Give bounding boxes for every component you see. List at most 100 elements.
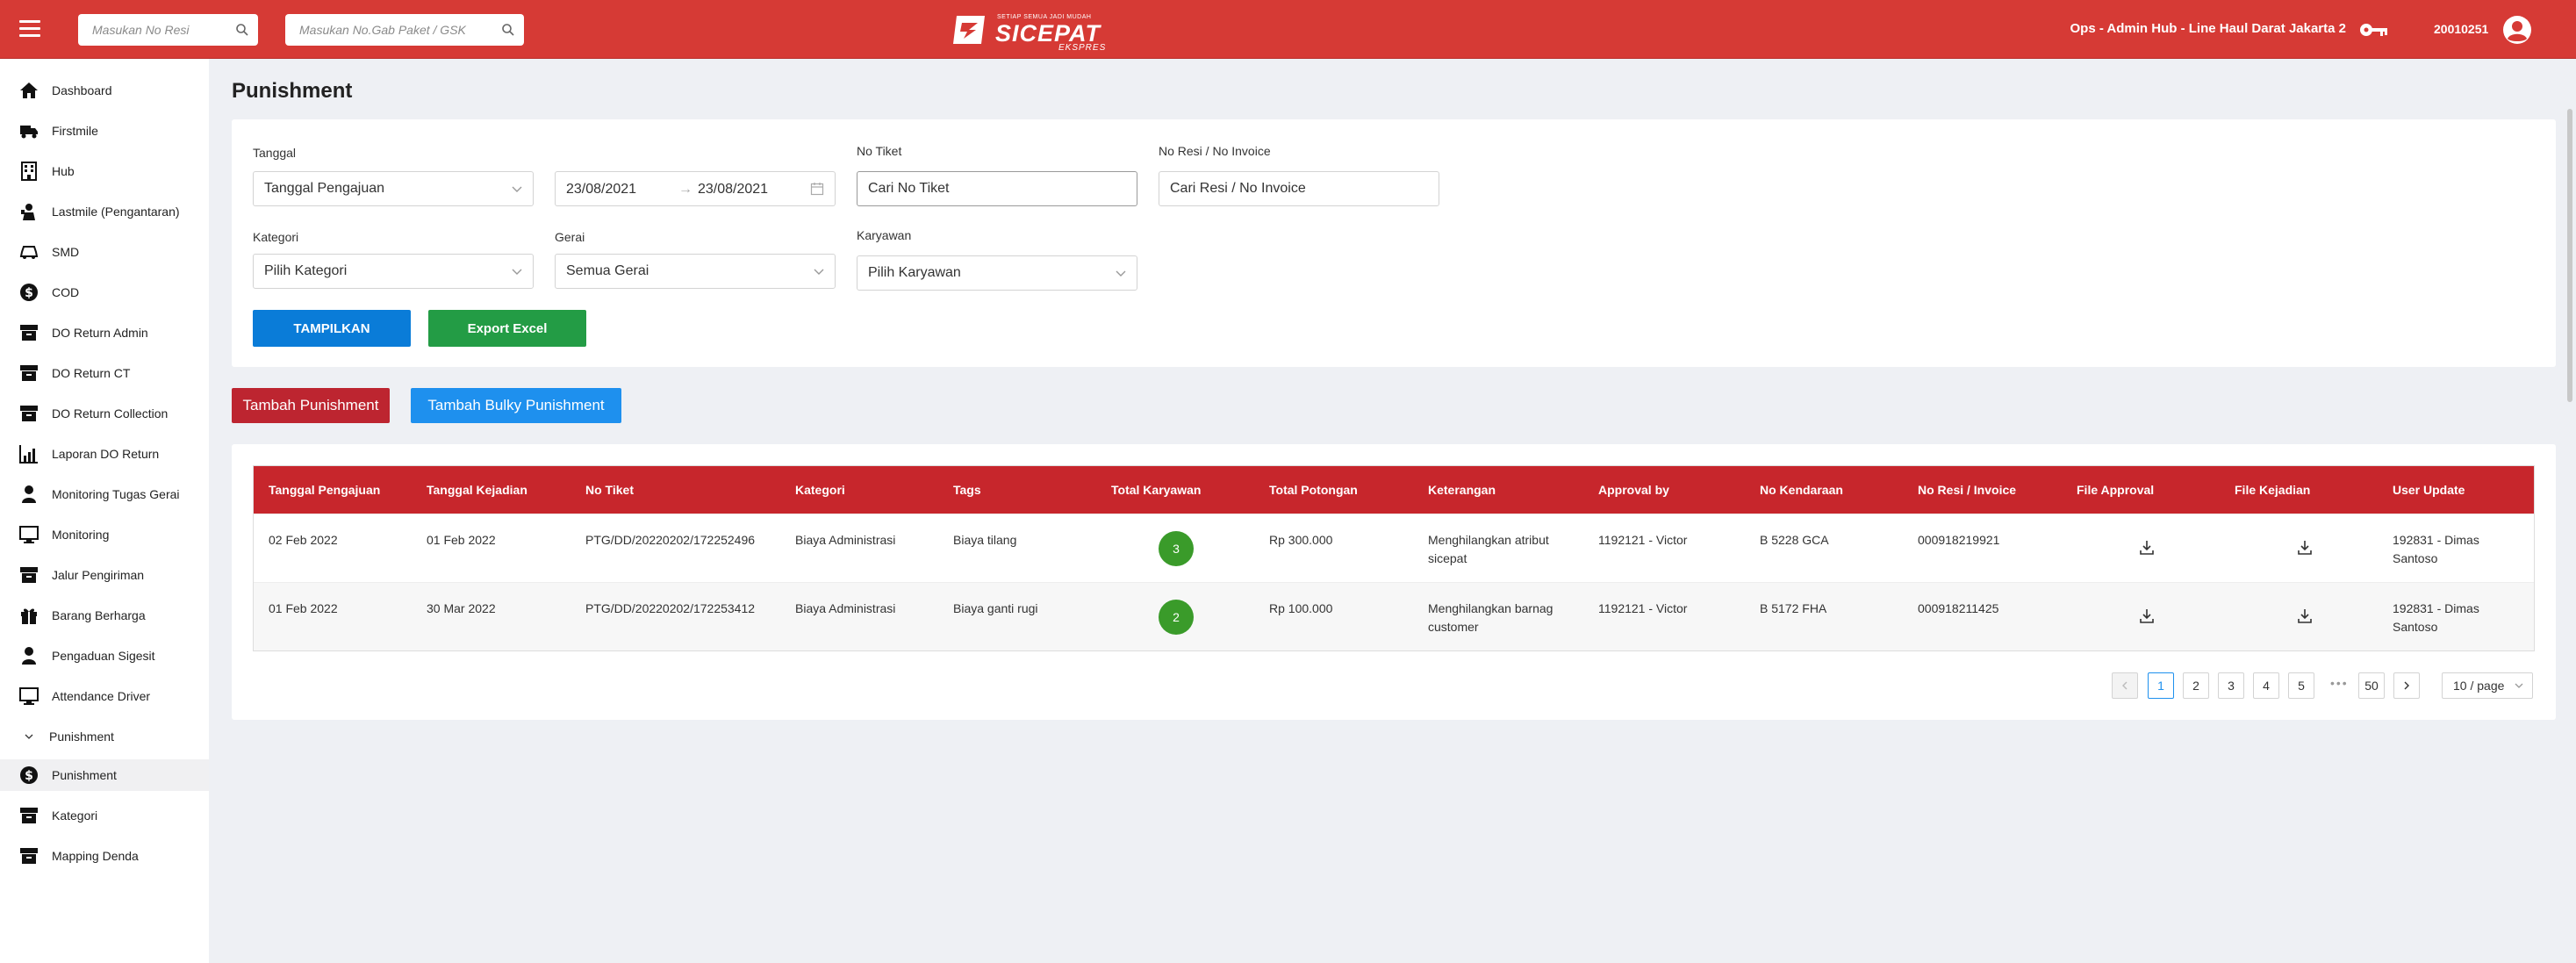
file-approval-download-icon[interactable] — [2138, 539, 2156, 557]
file-approval-download-icon[interactable] — [2138, 607, 2156, 625]
archive-icon — [19, 323, 39, 342]
sicepat-logo[interactable]: SETIAP SEMUA JADI MUDAH SICEPAT EKSPRES — [951, 9, 1105, 53]
sidebar-item-do-return-collection[interactable]: DO Return Collection — [0, 398, 209, 429]
dollar-icon: $ — [19, 765, 39, 785]
sidebar-item-attendance-driver[interactable]: Attendance Driver — [0, 680, 209, 712]
page-2-button[interactable]: 2 — [2183, 672, 2209, 699]
column-header: File Kejadian — [2235, 483, 2311, 497]
search-icon[interactable] — [501, 23, 515, 37]
page-size-value: 10 / page — [2453, 679, 2505, 693]
sidebar-item-barang-berharga[interactable]: Barang Berharga — [0, 600, 209, 631]
sidebar-item-label: Jalur Pengiriman — [52, 568, 145, 582]
gerai-label: Gerai — [555, 230, 585, 244]
page-3-button[interactable]: 3 — [2218, 672, 2244, 699]
column-header: Tanggal Pengajuan — [269, 483, 381, 497]
sidebar-subitem-punishment[interactable]: $ Punishment — [0, 759, 209, 791]
logo-tagline: SETIAP SEMUA JADI MUDAH — [997, 14, 1092, 20]
resi-search[interactable] — [78, 14, 258, 46]
no-resi-field[interactable]: Cari Resi / No Invoice — [1159, 171, 1439, 206]
cell-user-update: 192831 - Dimas Santoso — [2393, 533, 2479, 565]
date-to[interactable]: 23/08/2021 — [698, 182, 768, 198]
export-excel-button[interactable]: Export Excel — [428, 310, 586, 347]
page-4-button[interactable]: 4 — [2253, 672, 2279, 699]
karyawan-label: Karyawan — [857, 228, 912, 242]
kategori-select[interactable]: Pilih Kategori — [253, 254, 534, 289]
karyawan-value: Pilih Karyawan — [868, 265, 961, 280]
sidebar-item-laporan-do-return[interactable]: Laporan DO Return — [0, 438, 209, 470]
sidebar-item-monitoring-tugas-gerai[interactable]: Monitoring Tugas Gerai — [0, 478, 209, 510]
sidebar-item-label: Lastmile (Pengantaran) — [52, 205, 180, 219]
table-row[interactable]: 02 Feb 2022 01 Feb 2022 PTG/DD/20220202/17… — [254, 514, 2534, 582]
page-5-button[interactable]: 5 — [2288, 672, 2314, 699]
sidebar-item-lastmile-pengantaran[interactable]: Lastmile (Pengantaran) — [0, 196, 209, 227]
sidebar-group-punishment[interactable]: Punishment — [0, 721, 209, 752]
prev-page-button[interactable] — [2112, 672, 2138, 699]
sidebar-item-cod[interactable]: $ COD — [0, 277, 209, 308]
sidebar-item-monitoring[interactable]: Monitoring — [0, 519, 209, 550]
sidebar-item-label: DO Return CT — [52, 366, 131, 380]
karyawan-select[interactable]: Pilih Karyawan — [857, 255, 1137, 291]
user-avatar-icon[interactable] — [2502, 15, 2532, 45]
chevron-right-icon — [2404, 681, 2409, 690]
date-range-picker[interactable]: 23/08/2021 → 23/08/2021 — [555, 171, 836, 206]
date-from[interactable]: 23/08/2021 — [566, 182, 636, 198]
punishment-table: Tanggal Pengajuan Tanggal Kejadian No Tike… — [253, 465, 2535, 651]
sidebar-item-label: Hub — [52, 164, 75, 178]
sidebar-subitem-mapping-denda[interactable]: Mapping Denda — [0, 840, 209, 872]
search-icon[interactable] — [235, 23, 249, 37]
sidebar-item-pengaduan-sigesit[interactable]: Pengaduan Sigesit — [0, 640, 209, 672]
tambah-bulky-punishment-button[interactable]: Tambah Bulky Punishment — [411, 388, 621, 423]
table-row[interactable]: 01 Feb 2022 30 Mar 2022 PTG/DD/20220202/17… — [254, 582, 2534, 650]
sidebar-item-label: DO Return Admin — [52, 326, 148, 340]
sidebar-subitem-kategori[interactable]: Kategori — [0, 800, 209, 831]
sidebar-item-label: Dashboard — [52, 83, 112, 97]
file-kejadian-download-icon[interactable] — [2296, 539, 2314, 557]
svg-text:$: $ — [25, 769, 33, 783]
monitor-icon — [19, 525, 39, 544]
cell-user-update: 192831 - Dimas Santoso — [2393, 601, 2479, 634]
menu-icon[interactable] — [19, 20, 40, 38]
page-scrollbar[interactable] — [2567, 109, 2572, 402]
page-last-button[interactable]: 50 — [2358, 672, 2385, 699]
next-page-button[interactable] — [2393, 672, 2420, 699]
chevron-down-icon — [2515, 683, 2523, 688]
calendar-icon — [810, 183, 824, 196]
archive-icon — [19, 846, 39, 866]
gab-search-input[interactable] — [285, 14, 524, 46]
sidebar-item-hub[interactable]: Hub — [0, 155, 209, 187]
no-tiket-label: No Tiket — [857, 144, 902, 158]
cell-approval-by: 1192121 - Victor — [1598, 533, 1688, 547]
gerai-select[interactable]: Semua Gerai — [555, 254, 836, 289]
total-karyawan-badge[interactable]: 3 — [1159, 531, 1194, 566]
no-tiket-field[interactable]: Cari No Tiket — [857, 171, 1137, 206]
key-icon[interactable] — [2359, 21, 2389, 39]
sidebar-item-do-return-ct[interactable]: DO Return CT — [0, 357, 209, 389]
sidebar-item-firstmile[interactable]: Firstmile — [0, 115, 209, 147]
sidebar-item-do-return-admin[interactable]: DO Return Admin — [0, 317, 209, 349]
svg-text:$: $ — [25, 286, 33, 300]
sidebar-item-dashboard[interactable]: Dashboard — [0, 75, 209, 106]
sidebar-item-label: Pengaduan Sigesit — [52, 649, 155, 663]
sidebar-item-smd[interactable]: SMD — [0, 236, 209, 268]
resi-search-input[interactable] — [78, 14, 258, 46]
file-kejadian-download-icon[interactable] — [2296, 607, 2314, 625]
gab-search[interactable] — [285, 14, 524, 46]
tampilkan-button[interactable]: TAMPILKAN — [253, 310, 411, 347]
tambah-punishment-button[interactable]: Tambah Punishment — [232, 388, 390, 423]
cell-kategori: Biaya Administrasi — [795, 533, 896, 547]
truck-icon — [19, 121, 39, 140]
page-ellipsis[interactable]: ••• — [2330, 676, 2349, 690]
person-icon — [19, 646, 39, 665]
monitor-icon — [19, 686, 39, 706]
total-karyawan-badge[interactable]: 2 — [1159, 600, 1194, 635]
cell-no-tiket: PTG/DD/20220202/172252496 — [585, 533, 756, 547]
page-size-select[interactable]: 10 / page — [2442, 672, 2533, 699]
archive-icon — [19, 565, 39, 585]
page-1-button[interactable]: 1 — [2148, 672, 2174, 699]
home-icon — [19, 81, 39, 100]
chevron-down-icon — [1116, 270, 1126, 277]
chevron-down-icon — [512, 186, 522, 192]
tanggal-type-select[interactable]: Tanggal Pengajuan — [253, 171, 534, 206]
chevron-down-icon — [25, 734, 33, 739]
sidebar-item-jalur-pengiriman[interactable]: Jalur Pengiriman — [0, 559, 209, 591]
